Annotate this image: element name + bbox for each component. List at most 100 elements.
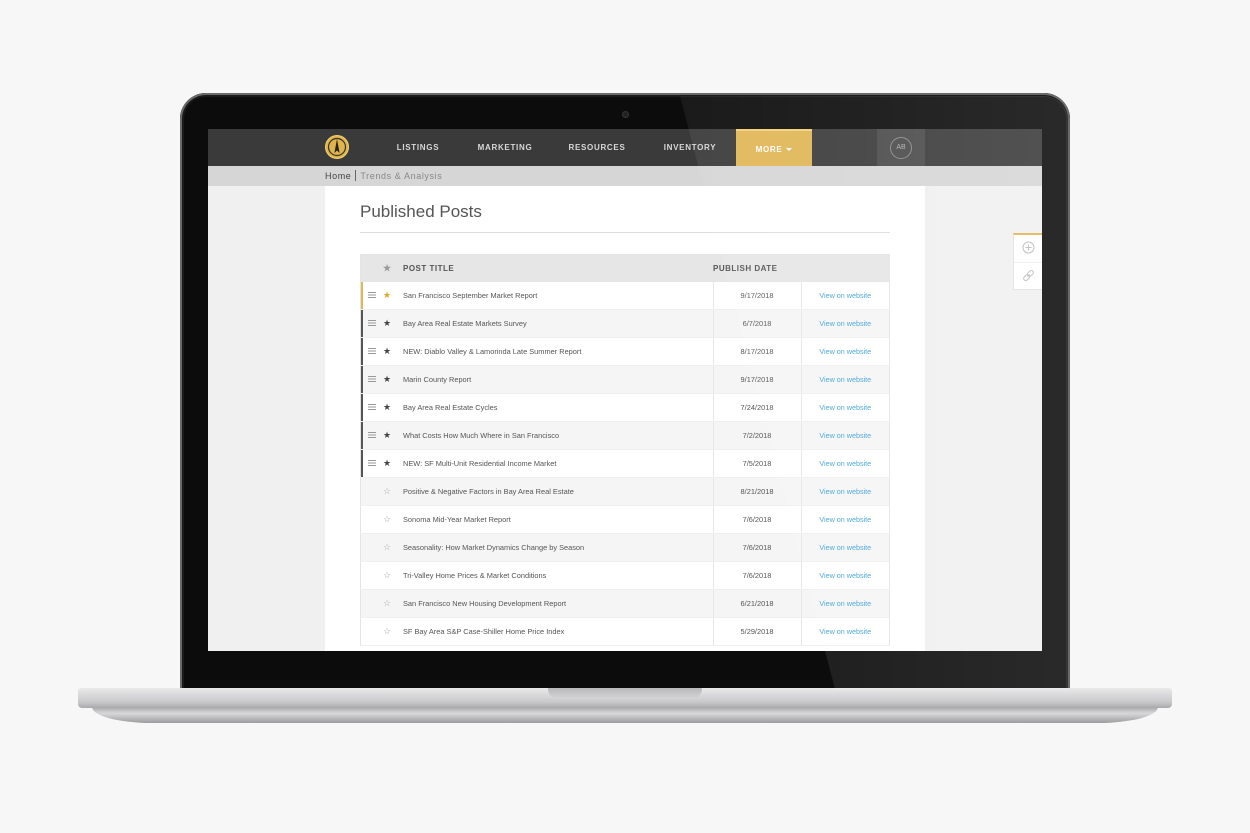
drag-cell[interactable] bbox=[360, 477, 383, 506]
drag-cell[interactable] bbox=[360, 561, 383, 590]
drag-cell[interactable] bbox=[360, 617, 383, 646]
nav-inventory[interactable]: INVENTORY bbox=[657, 129, 723, 166]
star-cell[interactable]: ☆ bbox=[383, 589, 395, 618]
nav-listings[interactable]: LISTINGS bbox=[388, 129, 448, 166]
post-title[interactable]: SF Bay Area S&P Case-Shiller Home Price … bbox=[395, 617, 713, 646]
star-cell[interactable]: ★ bbox=[383, 449, 395, 478]
table-row[interactable]: ★ Bay Area Real Estate Markets Survey 6/7/… bbox=[360, 309, 890, 338]
view-on-website-link[interactable]: View on website bbox=[819, 487, 871, 496]
drag-cell[interactable] bbox=[360, 505, 383, 534]
breadcrumb-current: Trends & Analysis bbox=[360, 171, 443, 181]
star-cell[interactable]: ★ bbox=[383, 309, 395, 338]
table-row[interactable]: ★ NEW: SF Multi-Unit Residential Income M… bbox=[360, 449, 890, 478]
post-title[interactable]: Seasonality: How Market Dynamics Change … bbox=[395, 533, 713, 562]
table-row[interactable]: ☆ Seasonality: How Market Dynamics Change… bbox=[360, 533, 890, 562]
drag-cell[interactable] bbox=[360, 393, 383, 422]
star-icon[interactable]: ★ bbox=[383, 402, 391, 412]
table-row[interactable]: ★ Marin County Report 9/17/2018 View on web… bbox=[360, 365, 890, 394]
drag-cell[interactable] bbox=[360, 309, 383, 338]
star-icon[interactable]: ★ bbox=[383, 346, 391, 356]
user-menu[interactable]: AB bbox=[877, 129, 925, 166]
post-title[interactable]: NEW: SF Multi-Unit Residential Income Ma… bbox=[395, 449, 713, 478]
drag-cell[interactable] bbox=[360, 533, 383, 562]
star-icon[interactable]: ★ bbox=[383, 430, 391, 440]
post-title[interactable]: Sonoma Mid-Year Market Report bbox=[395, 505, 713, 534]
nav-resources[interactable]: RESOURCES bbox=[564, 129, 630, 166]
header-publish-date[interactable]: PUBLISH DATE bbox=[713, 254, 801, 282]
drag-handle-icon[interactable] bbox=[368, 376, 376, 382]
view-on-website-link[interactable]: View on website bbox=[819, 319, 871, 328]
link-button[interactable] bbox=[1014, 262, 1042, 289]
table-row[interactable]: ★ San Francisco September Market Report 9/… bbox=[360, 282, 890, 310]
star-cell[interactable]: ★ bbox=[383, 421, 395, 450]
view-on-website-link[interactable]: View on website bbox=[819, 515, 871, 524]
avatar[interactable]: AB bbox=[890, 137, 912, 159]
post-title[interactable]: What Costs How Much Where in San Francis… bbox=[395, 421, 713, 450]
post-title[interactable]: Marin County Report bbox=[395, 365, 713, 394]
table-row[interactable]: ☆ Positive & Negative Factors in Bay Area… bbox=[360, 477, 890, 506]
drag-handle-icon[interactable] bbox=[368, 320, 376, 326]
table-row[interactable]: ★ NEW: Diablo Valley & Lamorinda Late Sum… bbox=[360, 337, 890, 366]
star-icon[interactable]: ☆ bbox=[383, 626, 391, 636]
table-row[interactable]: ☆ San Francisco New Housing Development R… bbox=[360, 589, 890, 618]
view-on-website-link[interactable]: View on website bbox=[819, 627, 871, 636]
drag-handle-icon[interactable] bbox=[368, 460, 376, 466]
compass-logo-icon[interactable] bbox=[325, 135, 349, 159]
post-title[interactable]: Tri-Valley Home Prices & Market Conditio… bbox=[395, 561, 713, 590]
drag-handle-icon[interactable] bbox=[368, 292, 376, 298]
star-icon[interactable]: ★ bbox=[383, 458, 391, 468]
view-on-website-link[interactable]: View on website bbox=[819, 599, 871, 608]
star-cell[interactable]: ☆ bbox=[383, 505, 395, 534]
table-row[interactable]: ★ What Costs How Much Where in San Franci… bbox=[360, 421, 890, 450]
nav-more-dropdown[interactable]: MORE bbox=[736, 129, 812, 166]
drag-cell[interactable] bbox=[360, 589, 383, 618]
view-on-website-link[interactable]: View on website bbox=[819, 375, 871, 384]
drag-cell[interactable] bbox=[360, 365, 383, 394]
star-cell[interactable]: ★ bbox=[383, 282, 395, 310]
view-on-website-link[interactable]: View on website bbox=[819, 291, 871, 300]
post-title[interactable]: San Francisco September Market Report bbox=[395, 282, 713, 310]
star-cell[interactable]: ☆ bbox=[383, 477, 395, 506]
star-cell[interactable]: ★ bbox=[383, 393, 395, 422]
view-on-website-link[interactable]: View on website bbox=[819, 403, 871, 412]
drag-handle-icon[interactable] bbox=[368, 404, 376, 410]
view-on-website-link[interactable]: View on website bbox=[819, 347, 871, 356]
star-cell[interactable]: ☆ bbox=[383, 561, 395, 590]
post-title[interactable]: Positive & Negative Factors in Bay Area … bbox=[395, 477, 713, 506]
view-on-website-link[interactable]: View on website bbox=[819, 543, 871, 552]
post-title[interactable]: Bay Area Real Estate Cycles bbox=[395, 393, 713, 422]
star-cell[interactable]: ★ bbox=[383, 337, 395, 366]
drag-cell[interactable] bbox=[360, 282, 383, 310]
table-row[interactable]: ☆ Sonoma Mid-Year Market Report 7/6/2018 Vi… bbox=[360, 505, 890, 534]
add-button[interactable] bbox=[1014, 235, 1042, 261]
drag-cell[interactable] bbox=[360, 449, 383, 478]
drag-cell[interactable] bbox=[360, 421, 383, 450]
star-icon[interactable]: ☆ bbox=[383, 486, 391, 496]
post-title[interactable]: NEW: Diablo Valley & Lamorinda Late Summ… bbox=[395, 337, 713, 366]
drag-cell[interactable] bbox=[360, 337, 383, 366]
star-icon[interactable]: ★ bbox=[383, 290, 391, 300]
star-cell[interactable]: ☆ bbox=[383, 533, 395, 562]
view-on-website-link[interactable]: View on website bbox=[819, 431, 871, 440]
drag-handle-icon[interactable] bbox=[368, 432, 376, 438]
star-icon[interactable]: ☆ bbox=[383, 570, 391, 580]
nav-marketing[interactable]: MARKETING bbox=[472, 129, 538, 166]
post-title[interactable]: Bay Area Real Estate Markets Survey bbox=[395, 309, 713, 338]
star-cell[interactable]: ★ bbox=[383, 365, 395, 394]
star-cell[interactable]: ☆ bbox=[383, 617, 395, 646]
table-row[interactable]: ☆ Tri-Valley Home Prices & Market Conditi… bbox=[360, 561, 890, 590]
star-icon[interactable]: ★ bbox=[383, 374, 391, 384]
view-on-website-link[interactable]: View on website bbox=[819, 459, 871, 468]
drag-handle-icon[interactable] bbox=[368, 348, 376, 354]
header-star-cell[interactable]: ★ bbox=[383, 254, 395, 282]
star-icon[interactable]: ★ bbox=[383, 318, 391, 328]
star-icon[interactable]: ☆ bbox=[383, 542, 391, 552]
star-icon[interactable]: ☆ bbox=[383, 514, 391, 524]
post-title[interactable]: San Francisco New Housing Development Re… bbox=[395, 589, 713, 618]
star-icon[interactable]: ☆ bbox=[383, 598, 391, 608]
header-post-title[interactable]: POST TITLE bbox=[395, 254, 713, 282]
view-on-website-link[interactable]: View on website bbox=[819, 571, 871, 580]
breadcrumb-home[interactable]: Home bbox=[325, 171, 351, 181]
table-row[interactable]: ☆ SF Bay Area S&P Case-Shiller Home Price… bbox=[360, 617, 890, 646]
table-row[interactable]: ★ Bay Area Real Estate Cycles 7/24/2018 Vie… bbox=[360, 393, 890, 422]
